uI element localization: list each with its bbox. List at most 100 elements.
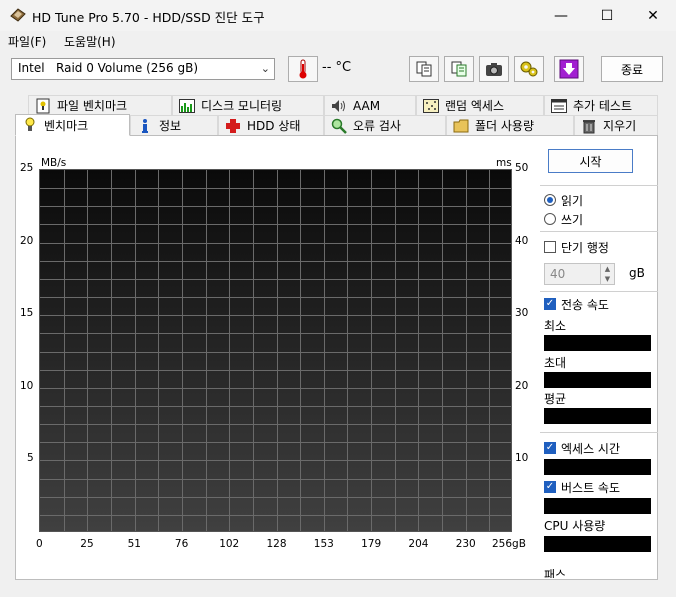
- start-button[interactable]: 시작: [548, 149, 633, 173]
- copy-text-button[interactable]: [409, 56, 439, 82]
- min-label: 최소: [544, 319, 567, 333]
- grid-line-horizontal: [40, 315, 511, 317]
- checkmark-icon: ✓: [545, 442, 555, 453]
- burst-rate-label: 버스트 속도: [561, 481, 621, 495]
- grid-line-horizontal: [40, 496, 511, 498]
- y-axis-label: MB/s: [41, 157, 67, 169]
- y2-tick-label: 30: [515, 307, 529, 320]
- temperature-readout: -- °C: [322, 60, 352, 75]
- grid-line-horizontal: [40, 351, 511, 353]
- tab-disk-monitor[interactable]: 디스크 모니터링: [172, 95, 324, 115]
- separator: [540, 231, 658, 232]
- x-tick-label: 204: [408, 538, 429, 550]
- tab-error-scan[interactable]: 오류 검사: [324, 115, 446, 135]
- copy-all-button[interactable]: [444, 56, 474, 82]
- grid-line-horizontal: [40, 369, 511, 371]
- speaker-icon: [331, 98, 347, 114]
- y2-tick-label: 10: [515, 452, 529, 465]
- write-label: 쓰기: [561, 213, 584, 227]
- folder-icon: [453, 118, 469, 134]
- y-tick-label: 25: [20, 162, 34, 174]
- avg-value-box: [544, 408, 651, 424]
- access-time-value-box: [544, 459, 651, 475]
- burst-rate-value-box: [544, 498, 651, 514]
- y2-tick-label: 40: [515, 234, 529, 247]
- random-access-icon: [423, 98, 439, 114]
- pass-label: 패스: [544, 568, 567, 578]
- app-icon: [10, 8, 26, 22]
- separator: [540, 432, 658, 433]
- grid-line-horizontal: [40, 224, 511, 226]
- camera-icon: [486, 63, 502, 76]
- maximize-button[interactable]: ☐: [584, 0, 630, 31]
- drive-select[interactable]: Intel Raid 0 Volume (256 gB) ⌄: [11, 58, 275, 80]
- short-stroke-label: 단기 행정: [561, 241, 609, 255]
- extra-tests-icon: [551, 98, 567, 114]
- y-tick-label: 10: [20, 379, 34, 392]
- tab-folder-usage[interactable]: 폴더 사용량: [446, 115, 574, 135]
- y2-tick-label: 50: [515, 162, 529, 174]
- exit-button[interactable]: 종료: [601, 56, 663, 82]
- grid-line-horizontal: [40, 424, 511, 426]
- temperature-button[interactable]: [288, 56, 318, 82]
- short-stroke-size-input[interactable]: 40 ▲ ▼: [544, 263, 615, 285]
- grid-line-horizontal: [40, 206, 511, 208]
- menu-help[interactable]: 도움말(H): [64, 33, 116, 50]
- thermometer-icon: [299, 59, 307, 79]
- tab-aam[interactable]: AAM: [324, 95, 416, 115]
- x-tick-label: 76: [174, 538, 189, 550]
- benchmark-icon: [22, 117, 38, 133]
- grid-line-horizontal: [40, 405, 511, 407]
- x-tick-label: 128: [266, 538, 287, 550]
- tab-random-access[interactable]: 랜덤 엑세스: [416, 95, 544, 115]
- y-tick-label: 15: [20, 307, 34, 320]
- minimize-button[interactable]: —: [538, 0, 584, 31]
- y-tick-label: 5: [27, 452, 34, 465]
- checkmark-icon: ✓: [545, 298, 555, 309]
- tab-extra-tests[interactable]: 추가 테스트: [544, 95, 658, 115]
- download-arrow-icon: [559, 59, 579, 79]
- screenshot-button[interactable]: [479, 56, 509, 82]
- short-stroke-checkbox[interactable]: [544, 241, 556, 253]
- grid-line-horizontal: [40, 514, 511, 516]
- grid-line-horizontal: [40, 260, 511, 262]
- x-tick-label: 0: [36, 538, 43, 550]
- tab-benchmark[interactable]: 벤치마크: [15, 114, 130, 136]
- close-button[interactable]: ✕: [630, 0, 676, 31]
- x-tick-label: 256gB: [492, 538, 526, 550]
- max-label: 초대: [544, 356, 567, 370]
- tab-file-benchmark[interactable]: 파일 벤치마크: [28, 95, 172, 115]
- save-button[interactable]: [554, 56, 584, 82]
- grid-line-horizontal: [40, 333, 511, 335]
- options-button[interactable]: [514, 56, 544, 82]
- burst-rate-checkbox[interactable]: ✓: [544, 481, 556, 493]
- grid-line-horizontal: [40, 188, 511, 190]
- x-tick-label: 51: [127, 538, 141, 550]
- separator: [540, 291, 658, 292]
- tab-erase[interactable]: 지우기: [574, 115, 658, 135]
- grid-line-horizontal: [40, 387, 511, 389]
- transfer-rate-label: 전송 속도: [561, 298, 609, 312]
- tab-info[interactable]: 정보: [130, 115, 218, 135]
- chevron-down-icon: ▼: [604, 275, 611, 283]
- x-tick-label: 230: [455, 538, 476, 550]
- checkmark-icon: ✓: [545, 481, 555, 492]
- transfer-rate-checkbox[interactable]: ✓: [544, 298, 556, 310]
- access-time-checkbox[interactable]: ✓: [544, 442, 556, 454]
- drive-select-value: Intel Raid 0 Volume (256 gB): [18, 61, 199, 75]
- health-cross-icon: [225, 118, 241, 134]
- spinner[interactable]: ▲ ▼: [600, 264, 614, 284]
- info-icon: [137, 118, 153, 134]
- file-benchmark-icon: [35, 98, 51, 114]
- menu-file[interactable]: 파일(F): [8, 33, 46, 50]
- error-scan-icon: [331, 118, 347, 134]
- x-tick-label: 102: [219, 538, 240, 550]
- copy-icon: [416, 61, 432, 77]
- benchmark-graph: [39, 169, 512, 532]
- write-radio[interactable]: [544, 213, 556, 225]
- y2-tick-label: 20: [515, 379, 529, 392]
- tab-hdd-health[interactable]: HDD 상태: [218, 115, 324, 135]
- chevron-up-icon: ▲: [604, 265, 611, 273]
- read-radio[interactable]: [544, 194, 556, 206]
- grid-line-horizontal: [40, 442, 511, 444]
